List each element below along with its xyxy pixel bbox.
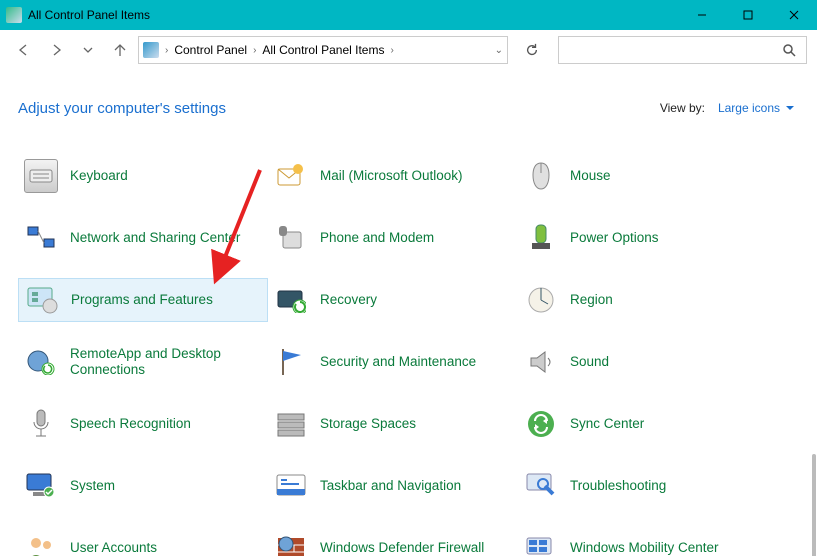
item-label: Mouse [570, 168, 611, 184]
navigation-row: › Control Panel › All Control Panel Item… [0, 30, 817, 70]
item-programs-features[interactable]: Programs and Features [18, 278, 268, 322]
item-label: Sync Center [570, 416, 644, 432]
item-label: System [70, 478, 115, 494]
item-troubleshooting[interactable]: Troubleshooting [518, 464, 768, 508]
item-label: Mail (Microsoft Outlook) [320, 168, 463, 184]
power-icon [524, 221, 558, 255]
item-label: Sound [570, 354, 609, 370]
item-label: Region [570, 292, 613, 308]
items-grid: Keyboard Mail (Microsoft Outlook) Mouse … [0, 148, 817, 556]
troubleshooting-icon [524, 469, 558, 503]
recent-locations-button[interactable] [74, 36, 102, 64]
item-user-accounts[interactable]: User Accounts [18, 526, 268, 556]
remoteapp-icon [24, 345, 58, 379]
item-speech-recognition[interactable]: Speech Recognition [18, 402, 268, 446]
phone-icon [274, 221, 308, 255]
network-icon [24, 221, 58, 255]
refresh-button[interactable] [518, 36, 546, 64]
view-by-label: View by: [660, 101, 705, 115]
users-icon [24, 531, 58, 556]
mobility-icon [524, 531, 558, 556]
item-phone-modem[interactable]: Phone and Modem [268, 216, 518, 260]
chevron-down-icon[interactable]: ⌄ [495, 45, 503, 56]
item-taskbar-navigation[interactable]: Taskbar and Navigation [268, 464, 518, 508]
page-title: Adjust your computer's settings [18, 100, 660, 117]
title-bar: All Control Panel Items [0, 0, 817, 30]
item-label: Power Options [570, 230, 659, 246]
programs-icon [25, 283, 59, 317]
view-by-select[interactable]: Large icons [711, 98, 799, 118]
item-system[interactable]: System [18, 464, 268, 508]
search-box[interactable] [558, 36, 807, 64]
item-label: Programs and Features [71, 292, 213, 308]
item-label: Security and Maintenance [320, 354, 476, 370]
control-panel-icon [143, 42, 159, 58]
item-storage-spaces[interactable]: Storage Spaces [268, 402, 518, 446]
item-mouse[interactable]: Mouse [518, 154, 768, 198]
mouse-icon [524, 159, 558, 193]
firewall-icon [274, 531, 308, 556]
item-network-sharing[interactable]: Network and Sharing Center [18, 216, 268, 260]
chevron-right-icon[interactable]: › [165, 45, 168, 56]
chevron-right-icon[interactable]: › [253, 45, 256, 56]
items-scroll-region[interactable]: Keyboard Mail (Microsoft Outlook) Mouse … [0, 138, 817, 556]
item-label: Network and Sharing Center [70, 230, 240, 246]
recovery-icon [274, 283, 308, 317]
back-button[interactable] [10, 36, 38, 64]
up-button[interactable] [106, 36, 134, 64]
chevron-right-icon[interactable]: › [390, 45, 393, 56]
maximize-button[interactable] [725, 0, 771, 30]
close-button[interactable] [771, 0, 817, 30]
item-label: Speech Recognition [70, 416, 191, 432]
item-label: Troubleshooting [570, 478, 666, 494]
heading-row: Adjust your computer's settings View by:… [0, 70, 817, 128]
window-title: All Control Panel Items [28, 8, 679, 22]
breadcrumb-all-items[interactable]: All Control Panel Items [262, 43, 384, 57]
mail-icon [274, 159, 308, 193]
scrollbar-thumb[interactable] [812, 454, 816, 556]
item-power-options[interactable]: Power Options [518, 216, 768, 260]
item-windows-defender-firewall[interactable]: Windows Defender Firewall [268, 526, 518, 556]
storage-icon [274, 407, 308, 441]
address-bar[interactable]: › Control Panel › All Control Panel Item… [138, 36, 508, 64]
system-icon [24, 469, 58, 503]
item-remoteapp[interactable]: RemoteApp and Desktop Connections [18, 340, 268, 384]
item-label: Storage Spaces [320, 416, 416, 432]
search-icon [782, 43, 796, 57]
keyboard-icon [24, 159, 58, 193]
sound-icon [524, 345, 558, 379]
item-label: Phone and Modem [320, 230, 434, 246]
view-by: View by: Large icons [660, 98, 799, 118]
item-label: Recovery [320, 292, 377, 308]
item-sound[interactable]: Sound [518, 340, 768, 384]
item-label: Windows Defender Firewall [320, 540, 484, 556]
item-label: RemoteApp and Desktop Connections [70, 346, 262, 378]
breadcrumb-control-panel[interactable]: Control Panel [174, 43, 247, 57]
item-windows-mobility-center[interactable]: Windows Mobility Center [518, 526, 768, 556]
item-label: Keyboard [70, 168, 128, 184]
item-mail[interactable]: Mail (Microsoft Outlook) [268, 154, 518, 198]
region-icon [524, 283, 558, 317]
item-region[interactable]: Region [518, 278, 768, 322]
forward-button[interactable] [42, 36, 70, 64]
item-security-maintenance[interactable]: Security and Maintenance [268, 340, 518, 384]
flag-icon [274, 345, 308, 379]
minimize-button[interactable] [679, 0, 725, 30]
item-keyboard[interactable]: Keyboard [18, 154, 268, 198]
control-panel-icon [6, 7, 22, 23]
item-label: Windows Mobility Center [570, 540, 719, 556]
item-label: User Accounts [70, 540, 157, 556]
item-label: Taskbar and Navigation [320, 478, 461, 494]
sync-icon [524, 407, 558, 441]
microphone-icon [24, 407, 58, 441]
item-recovery[interactable]: Recovery [268, 278, 518, 322]
taskbar-icon [274, 469, 308, 503]
item-sync-center[interactable]: Sync Center [518, 402, 768, 446]
